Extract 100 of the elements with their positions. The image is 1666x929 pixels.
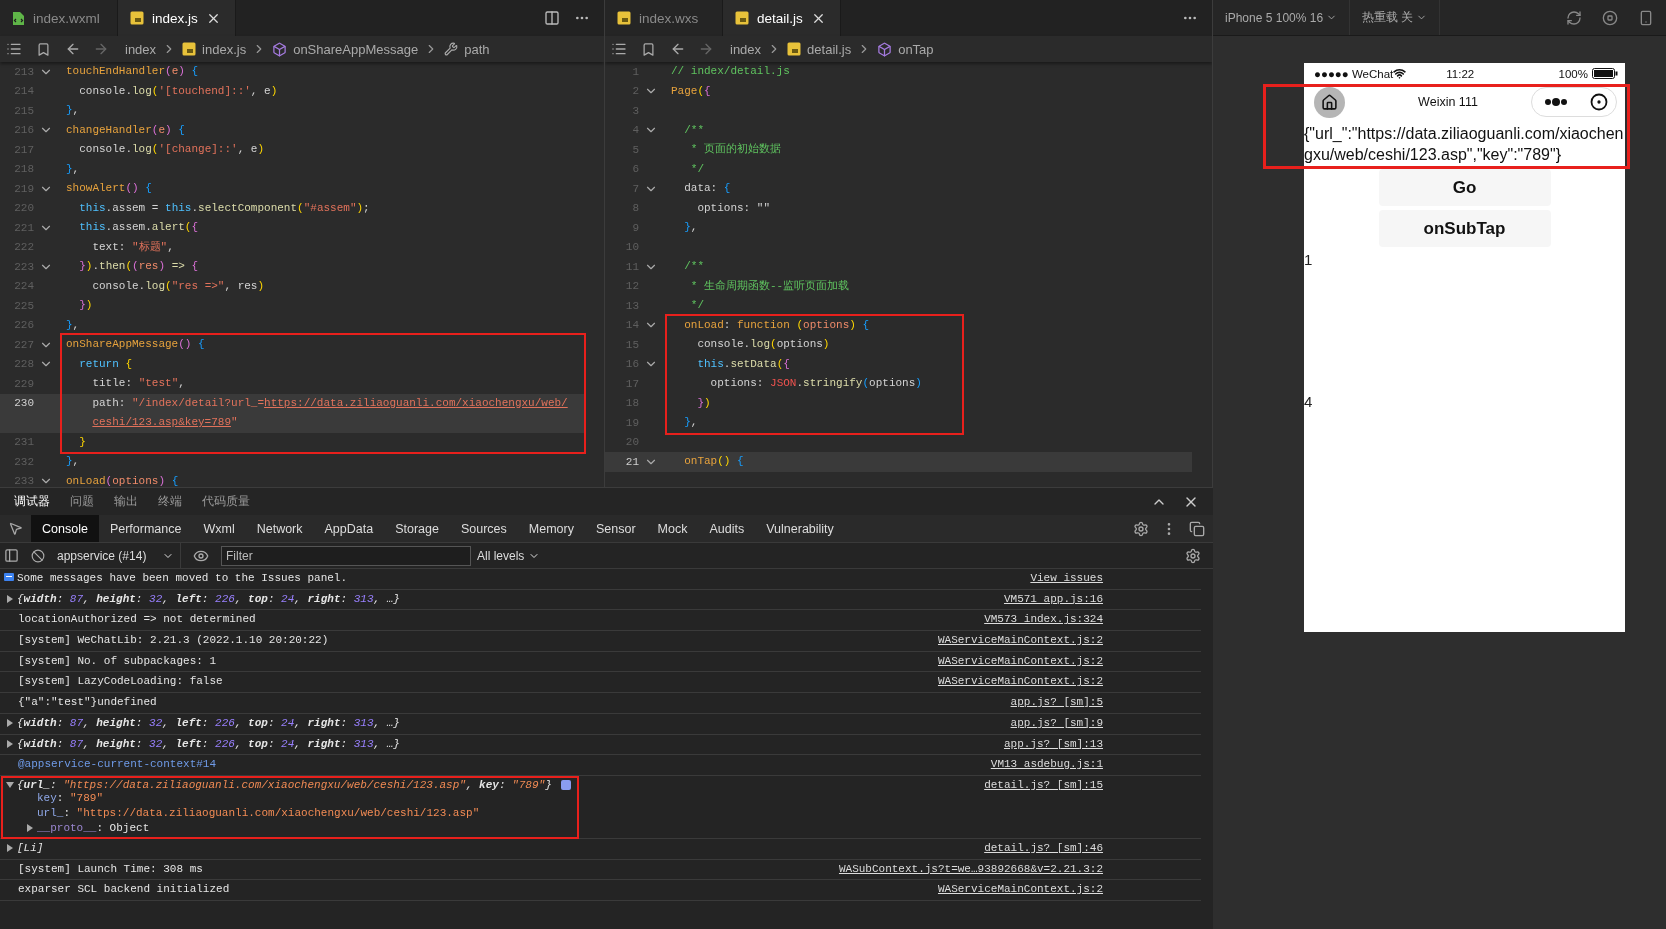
back-icon[interactable] <box>65 41 81 57</box>
source-link[interactable]: WAServiceMainContext.js:2 <box>937 634 1103 647</box>
devtools-tab[interactable]: Memory <box>517 515 585 542</box>
page-button[interactable]: onSubTap <box>1378 210 1551 247</box>
code-line: options: JSON.stringify(options) <box>709 376 922 391</box>
home-icon <box>1321 93 1338 111</box>
devtools-tab[interactable]: Sources <box>449 515 518 542</box>
device-dropdown[interactable]: iPhone 5 100% 16 <box>1213 0 1351 35</box>
source-link[interactable]: WAServiceMainContext.js:2 <box>937 883 1103 896</box>
source-link[interactable]: VM13 asdebug.js:1 <box>990 758 1103 771</box>
console-message: [system] WeChatLib: 2.21.3 (2022.1.10 20:20:22) <box>18 634 329 647</box>
page-button[interactable]: Go <box>1378 169 1551 206</box>
code-line: text: "标题", <box>91 239 175 255</box>
object-property: url_: "https://data.ziliaoguanli.com/xiaochengxu/web/ceshi/123.asp" <box>37 807 480 820</box>
inspect-icon[interactable] <box>8 521 23 536</box>
console-object[interactable]: {width: 87, height: 32, left: 226, top: 24, right: 313, …} <box>17 737 400 750</box>
file-tab[interactable]: index.js <box>118 0 236 36</box>
source-link[interactable]: WAServiceMainContext.js:2 <box>937 654 1103 667</box>
devtools-tab[interactable]: Console <box>31 515 99 542</box>
panel-tab[interactable]: 终端 <box>158 493 182 510</box>
filter-field[interactable]: Filter <box>221 545 471 566</box>
wrench-icon <box>444 42 459 56</box>
context-select[interactable]: appservice (#14) <box>51 543 181 568</box>
panel-tab[interactable]: 问题 <box>70 493 94 510</box>
breadcrumb-item[interactable]: detail.js <box>807 41 852 57</box>
console-message: @appservice-current-context#14 <box>18 758 217 771</box>
back-icon[interactable] <box>670 41 686 57</box>
source-link[interactable]: WAServiceMainContext.js:2 <box>937 675 1103 688</box>
refresh-icon[interactable] <box>1566 9 1582 26</box>
source-link[interactable]: detail.js? [sm]:15 <box>984 778 1103 791</box>
source-link[interactable]: app.js? [sm]:9 <box>1010 716 1103 729</box>
expand-triangle-icon[interactable] <box>6 843 14 852</box>
source-link[interactable]: app.js? [sm]:13 <box>1003 737 1103 750</box>
code-line: * 页面的初始数据 <box>689 142 782 157</box>
expand-triangle-icon[interactable] <box>6 739 14 748</box>
settings-icon[interactable] <box>1185 547 1201 564</box>
code-line: Page({ <box>671 83 712 99</box>
source-link[interactable]: VM571 app.js:16 <box>1003 592 1103 605</box>
js-file-icon <box>735 11 749 25</box>
expand-triangle-icon[interactable] <box>6 594 14 603</box>
devtools-tab[interactable]: Audits <box>698 515 756 542</box>
devtools-tab[interactable]: Wxml <box>192 515 246 542</box>
breadcrumb-item[interactable]: index.js <box>202 41 247 57</box>
hot-reload-dropdown[interactable]: 热重载 关 <box>1350 0 1441 35</box>
line-number: 21 <box>624 455 639 468</box>
outline-icon[interactable] <box>611 41 627 57</box>
devtools-tab[interactable]: AppData <box>313 515 385 542</box>
panel-tab[interactable]: 输出 <box>114 493 138 510</box>
console-object[interactable]: [Li] <box>17 841 44 854</box>
breadcrumb-item[interactable]: index <box>125 41 157 57</box>
stop-icon[interactable] <box>1602 9 1618 26</box>
panel-tab[interactable]: 代码质量 <box>202 493 250 510</box>
outline-icon[interactable] <box>6 41 22 57</box>
source-link[interactable]: View issues <box>1030 572 1103 584</box>
battery-icon <box>1592 68 1618 79</box>
sidebar-icon[interactable] <box>4 548 19 563</box>
dock-icon[interactable] <box>1189 520 1205 537</box>
console-object[interactable]: {width: 87, height: 32, left: 226, top: 24, right: 313, …} <box>17 716 400 729</box>
bookmark-icon[interactable] <box>641 41 656 57</box>
source-link[interactable]: WASubContext.js?t=we…93892668&v=2.21.3:2 <box>838 862 1103 875</box>
code-line: onShareAppMessage() { <box>66 337 206 352</box>
battery-text: 100% <box>1558 67 1588 80</box>
console-message: exparser SCL backend initialized <box>18 883 230 896</box>
devtools-tab[interactable]: Vulnerability <box>755 515 845 542</box>
devtools-tab[interactable]: Network <box>245 515 314 542</box>
expand-triangle-icon[interactable] <box>6 780 14 789</box>
source-link[interactable]: detail.js? [sm]:46 <box>984 841 1103 854</box>
breadcrumb-item[interactable]: onTap <box>898 41 934 57</box>
js-file-icon <box>787 42 802 56</box>
devtools-tab[interactable]: Storage <box>384 515 450 542</box>
devtools-tab[interactable]: Sensor <box>585 515 647 542</box>
expand-triangle-icon[interactable] <box>6 718 14 727</box>
source-link[interactable]: app.js? [sm]:5 <box>1010 696 1103 709</box>
levels-dropdown[interactable]: All levels <box>477 548 541 563</box>
console-object[interactable]: {width: 87, height: 32, left: 226, top: 24, right: 313, …} <box>17 592 400 605</box>
close-target-icon[interactable] <box>1590 93 1608 111</box>
settings-icon[interactable] <box>1133 520 1149 537</box>
info-badge-icon <box>560 779 571 790</box>
bookmark-icon[interactable] <box>36 41 51 57</box>
code-line: changeHandler(e) { <box>66 122 186 138</box>
devtools-tab[interactable]: Mock <box>646 515 699 542</box>
code-line: */ <box>689 161 705 177</box>
home-button[interactable] <box>1314 86 1345 118</box>
clock-text: 11:22 <box>1446 67 1475 80</box>
clear-icon[interactable] <box>31 548 45 563</box>
wifi-icon <box>1393 67 1407 80</box>
phone-icon[interactable] <box>1638 9 1654 26</box>
console-object[interactable]: {url_: "https://data.ziliaoguanli.com/xiaochengxu/web/ceshi/123.asp", key: "789"} <box>17 778 552 791</box>
breadcrumb-item[interactable]: index <box>730 41 762 57</box>
object-property: key: "789" <box>37 792 104 805</box>
devtools-tab[interactable]: Performance <box>98 515 193 542</box>
split-editor-icon[interactable] <box>544 10 560 26</box>
code-line: // index/detail.js <box>671 64 791 79</box>
more-icon[interactable] <box>1544 97 1568 107</box>
file-tab[interactable]: detail.js <box>723 0 841 36</box>
source-link[interactable]: VM573 index.js:324 <box>984 613 1103 626</box>
breadcrumb-item[interactable]: path <box>464 41 490 57</box>
breadcrumb-item[interactable]: onShareAppMessage <box>293 41 419 57</box>
panel-tab[interactable]: 调试器 <box>14 493 50 510</box>
expand-triangle-icon[interactable] <box>26 824 34 833</box>
